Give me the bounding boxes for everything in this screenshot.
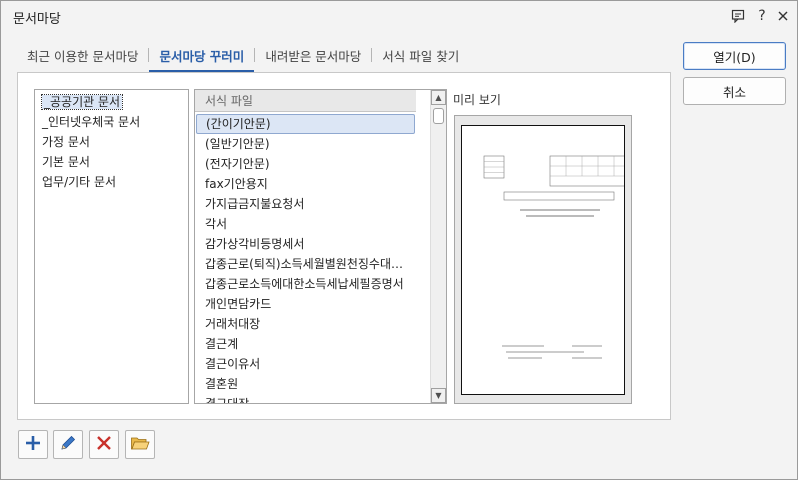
- file-item[interactable]: 개인면담카드: [195, 294, 416, 314]
- window-title: 문서마당: [13, 12, 61, 27]
- file-item[interactable]: (간이기안문): [196, 114, 415, 134]
- tab-recent[interactable]: 최근 이용한 문서마당: [17, 37, 148, 72]
- category-item-public[interactable]: _공공기관 문서: [35, 92, 188, 112]
- tab-find-template[interactable]: 서식 파일 찾기: [372, 37, 469, 72]
- file-item[interactable]: fax기안용지: [195, 174, 416, 194]
- tab-downloaded[interactable]: 내려받은 문서마당: [255, 37, 371, 72]
- open-folder-icon: [130, 434, 150, 455]
- help-icon[interactable]: ?: [751, 5, 773, 27]
- file-item[interactable]: 감가상각비등명세서: [195, 234, 416, 254]
- scroll-thumb[interactable]: [433, 108, 444, 124]
- delete-icon: [95, 434, 113, 455]
- category-item-label: 업무/기타 문서: [42, 175, 117, 189]
- template-file-list[interactable]: 서식 파일 (간이기안문) (일반기안문) (전자기안문) fax기안용지 가지…: [194, 89, 447, 404]
- category-item-label: 기본 문서: [42, 155, 90, 169]
- file-item[interactable]: 가지급금지불요청서: [195, 194, 416, 214]
- category-item-home[interactable]: 가정 문서: [35, 132, 188, 152]
- file-list-scrollbar[interactable]: ▲ ▼: [430, 90, 446, 403]
- file-item[interactable]: 결근계: [195, 334, 416, 354]
- preview-page-thumbnail: [461, 125, 633, 395]
- tab-package[interactable]: 문서마당 꾸러미: [149, 37, 255, 72]
- chat-icon[interactable]: [727, 5, 749, 27]
- scroll-up-icon[interactable]: ▲: [431, 90, 446, 105]
- edit-button[interactable]: [53, 430, 83, 459]
- file-list-header[interactable]: 서식 파일: [195, 90, 416, 112]
- category-item-label: _인터넷우체국 문서: [42, 115, 141, 129]
- close-icon[interactable]: [772, 5, 794, 27]
- add-button[interactable]: [18, 430, 48, 459]
- file-item[interactable]: 결근대장: [195, 394, 416, 403]
- category-item-business[interactable]: 업무/기타 문서: [35, 172, 188, 192]
- file-item[interactable]: 결근이유서: [195, 354, 416, 374]
- file-item[interactable]: 각서: [195, 214, 416, 234]
- delete-button[interactable]: [89, 430, 119, 459]
- file-item[interactable]: (전자기안문): [195, 154, 416, 174]
- category-item-label: _공공기관 문서: [40, 94, 124, 110]
- file-item[interactable]: 갑종근로소득에대한소득세납세필증명서: [195, 274, 416, 294]
- open-folder-button[interactable]: [125, 430, 155, 459]
- preview-label: 미리 보기: [453, 93, 501, 107]
- category-list[interactable]: _공공기관 문서 _인터넷우체국 문서 가정 문서 기본 문서 업무/기타 문서: [34, 89, 189, 404]
- tab-bar: 최근 이용한 문서마당 문서마당 꾸러미 내려받은 문서마당 서식 파일 찾기: [17, 37, 469, 73]
- scroll-down-icon[interactable]: ▼: [431, 388, 446, 403]
- dialog-window: 문서마당 ? 최근 이용한 문서마당 문서마당 꾸러미 내려받은 문서마당 서식…: [0, 0, 798, 480]
- file-item[interactable]: 갑종근로(퇴직)소득세월별원천징수대…: [195, 254, 416, 274]
- category-item-internet-post[interactable]: _인터넷우체국 문서: [35, 112, 188, 132]
- file-item[interactable]: 거래처대장: [195, 314, 416, 334]
- open-button[interactable]: 열기(D): [683, 42, 786, 70]
- preview-pane: [454, 115, 633, 404]
- title-bar: 문서마당 ?: [1, 1, 797, 31]
- cancel-button[interactable]: 취소: [683, 77, 786, 105]
- category-item-basic[interactable]: 기본 문서: [35, 152, 188, 172]
- category-item-label: 가정 문서: [42, 135, 90, 149]
- add-icon: [24, 434, 42, 455]
- file-item[interactable]: (일반기안문): [195, 134, 416, 154]
- edit-icon: [59, 434, 77, 455]
- list-spacer: [416, 90, 430, 403]
- file-item[interactable]: 결혼원: [195, 374, 416, 394]
